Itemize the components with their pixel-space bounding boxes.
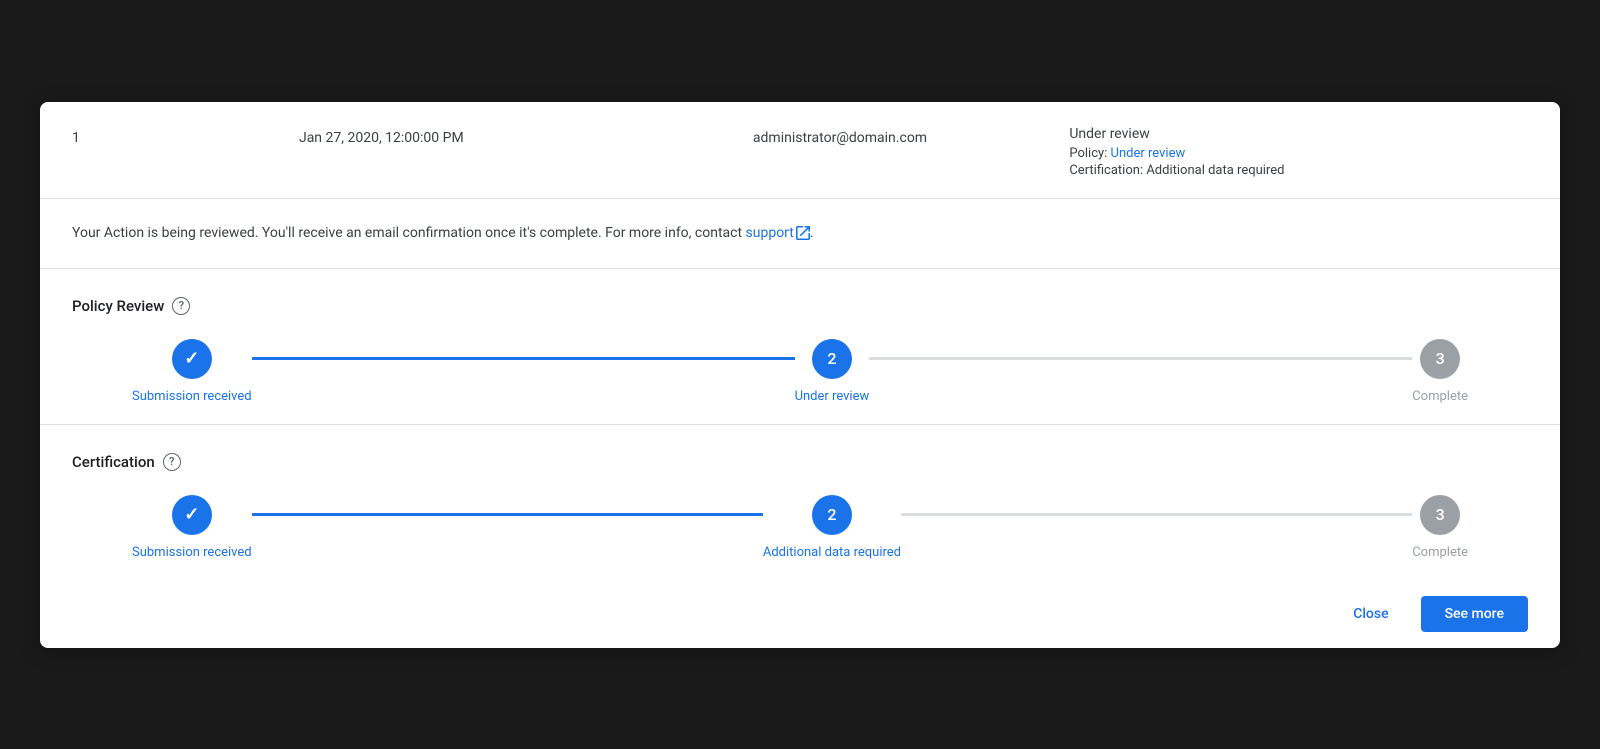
cert-step-2-number: 2 [827,505,836,524]
cert-step-3-number: 3 [1436,505,1445,524]
certification-title: Certification ? [72,453,1528,471]
header-row: 1 Jan 27, 2020, 12:00:00 PM administrato… [40,102,1560,199]
external-link-icon [796,226,810,240]
cert-check-icon: ✓ [184,504,199,525]
info-message-before: Your Action is being reviewed. You'll re… [72,225,746,241]
info-section: Your Action is being reviewed. You'll re… [40,199,1560,269]
certification-section: Certification ? ✓ Submission received 2 … [40,425,1560,580]
cert-connector-2 [901,513,1412,516]
cert-step-3-label: Complete [1412,545,1468,560]
row-number: 1 [72,126,152,146]
policy-connector-2 [869,357,1412,360]
policy-step-2-circle: 2 [812,339,852,379]
policy-status: Policy: Under review [1069,146,1528,161]
cert-step-2-circle: 2 [812,495,852,535]
cert-step-1-label: Submission received [132,545,252,560]
policy-step-2-label: Under review [795,389,870,404]
policy-step-3-circle: 3 [1420,339,1460,379]
status-column: Under review Policy: Under review Certif… [1069,126,1528,178]
info-message-after: . [810,225,814,241]
cert-step-1: ✓ Submission received [132,495,252,560]
policy-step-1-circle: ✓ [172,339,212,379]
policy-label: Policy: [1069,146,1107,161]
see-more-button[interactable]: See more [1421,596,1528,632]
cert-step-2-label: Additional data required [763,545,901,560]
policy-step-3-label: Complete [1412,389,1468,404]
certification-value: Additional data required [1146,163,1284,178]
certification-help-icon[interactable]: ? [163,453,181,471]
cert-step-3: 3 Complete [1412,495,1468,560]
policy-review-help-icon[interactable]: ? [172,297,190,315]
policy-review-title: Policy Review ? [72,297,1528,315]
close-button[interactable]: Close [1337,596,1404,632]
support-link[interactable]: support [746,225,794,241]
cert-step-1-circle: ✓ [172,495,212,535]
certification-label: Certification: [1069,163,1143,178]
policy-step-3: 3 Complete [1412,339,1468,404]
cert-step-3-circle: 3 [1420,495,1460,535]
cert-step-2: 2 Additional data required [763,495,901,560]
policy-step-3-number: 3 [1436,349,1445,368]
policy-step-1: ✓ Submission received [132,339,252,404]
policy-link[interactable]: Under review [1111,146,1186,161]
policy-step-2-number: 2 [827,349,836,368]
policy-step-1-label: Submission received [132,389,252,404]
policy-connector-1 [252,357,795,360]
check-icon: ✓ [184,348,199,369]
certification-stepper: ✓ Submission received 2 Additional data … [72,495,1528,560]
status-title: Under review [1069,126,1528,142]
certification-status: Certification: Additional data required [1069,163,1528,178]
submitter-email: administrator@domain.com [611,126,1070,146]
policy-review-stepper: ✓ Submission received 2 Under review 3 C… [72,339,1528,404]
policy-step-2: 2 Under review [795,339,870,404]
submission-date: Jan 27, 2020, 12:00:00 PM [152,126,611,146]
main-dialog: 1 Jan 27, 2020, 12:00:00 PM administrato… [40,102,1560,648]
policy-review-section: Policy Review ? ✓ Submission received 2 … [40,269,1560,425]
cert-connector-1 [252,513,763,516]
footer: Close See more [40,580,1560,648]
